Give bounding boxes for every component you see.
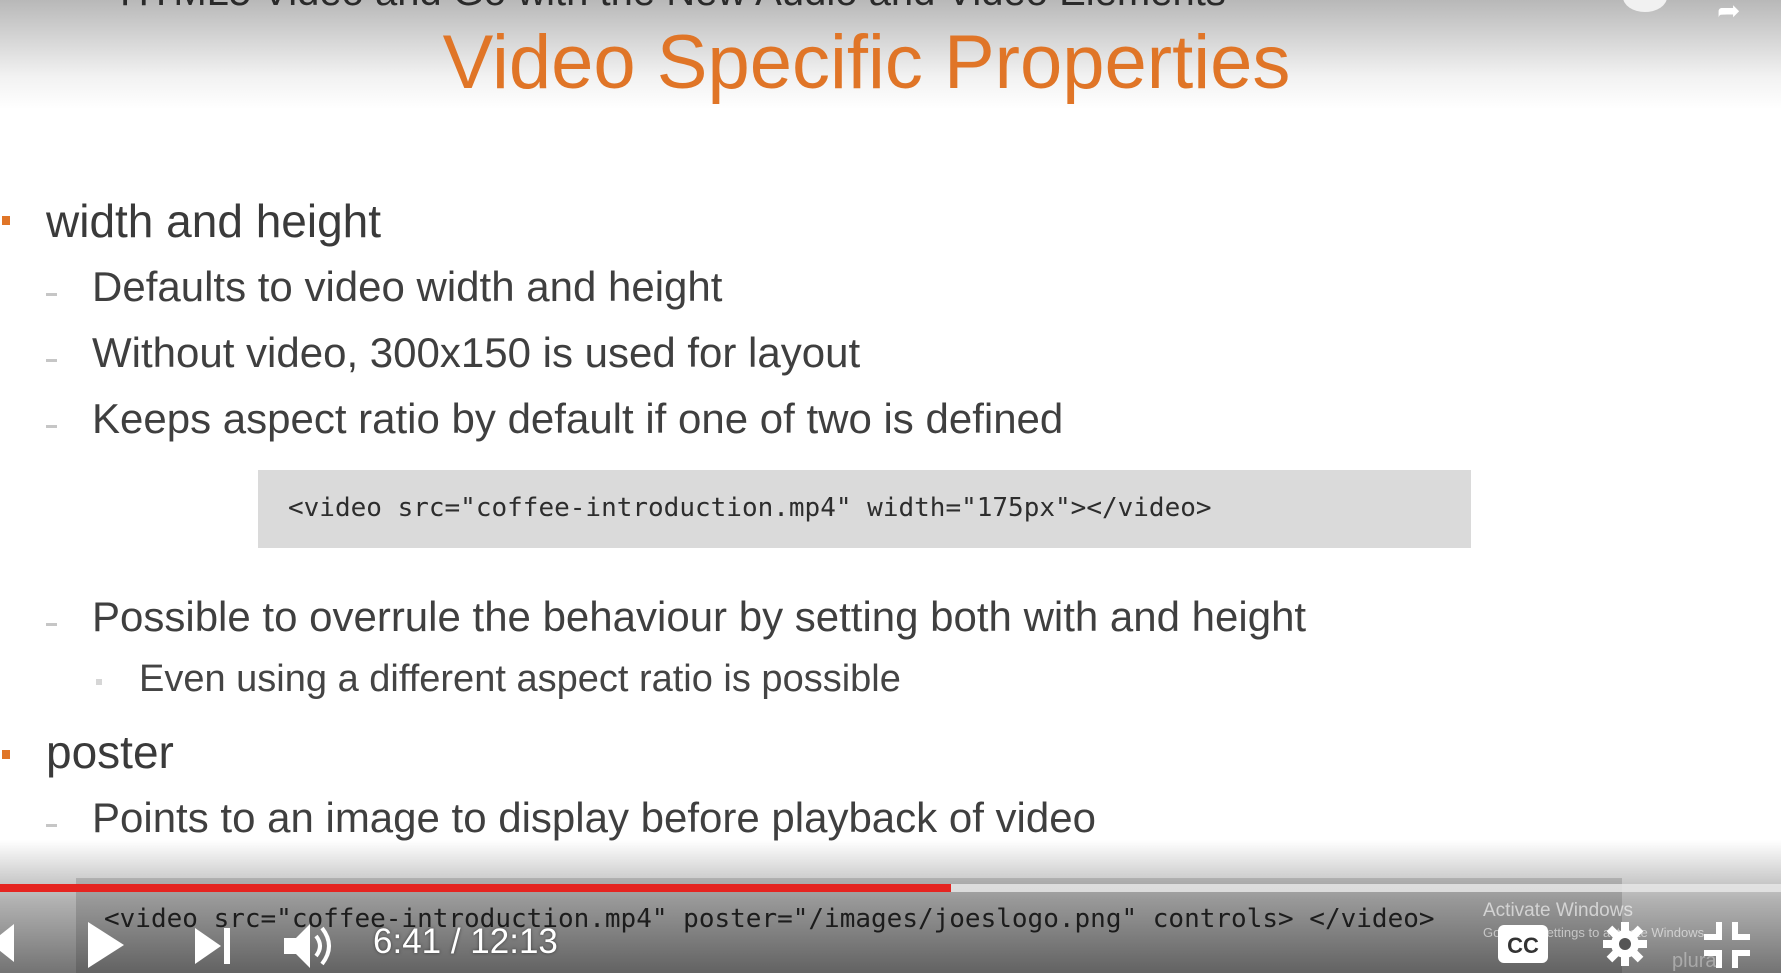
activate-windows-title: Activate Windows	[1483, 900, 1633, 921]
volume-icon[interactable]	[282, 920, 338, 977]
channel-avatar[interactable]	[1623, 0, 1667, 12]
bullet-marker	[2, 750, 10, 759]
bullet-marker	[2, 216, 10, 225]
sub-bullet-overrule: Possible to overrule the behaviour by se…	[92, 593, 1307, 640]
dash-marker	[46, 425, 57, 428]
sub-bullet-without-video: Without video, 300x150 is used for layou…	[92, 329, 861, 376]
dash-marker	[46, 623, 57, 626]
sub-sub-bullet-aspect: Even using a different aspect ratio is p…	[139, 658, 901, 700]
code-text-width: <video src="coffee-introduction.mp4" wid…	[288, 493, 1212, 523]
captions-icon[interactable]: CC	[1497, 924, 1549, 969]
slide-title: Video Specific Properties	[442, 20, 1291, 105]
bullet-poster: poster	[46, 726, 174, 778]
next-icon[interactable]	[193, 926, 233, 971]
brand-watermark: plural	[1672, 950, 1721, 972]
previous-icon[interactable]	[0, 920, 20, 971]
sub-bullet-defaults: Defaults to video width and height	[92, 263, 723, 310]
dash-marker	[46, 824, 57, 827]
course-header-overflow: HTML5 Video and Go with the New Audio an…	[120, 0, 1580, 15]
time-display: 6:41 / 12:13	[373, 922, 558, 961]
sub-bullet-points-to-image: Points to an image to display before pla…	[92, 794, 1096, 841]
bullet-width-height: width and height	[46, 195, 382, 247]
play-icon[interactable]	[86, 920, 126, 975]
sub-bullet-keeps-aspect: Keeps aspect ratio by default if one of …	[92, 395, 1064, 442]
progress-played	[0, 884, 951, 892]
sub-sub-marker	[96, 679, 102, 685]
settings-icon[interactable]	[1601, 920, 1649, 973]
dash-marker	[46, 359, 57, 362]
dash-marker	[46, 293, 57, 296]
captions-label: CC	[1507, 933, 1539, 958]
progress-bar[interactable]	[0, 884, 1781, 892]
